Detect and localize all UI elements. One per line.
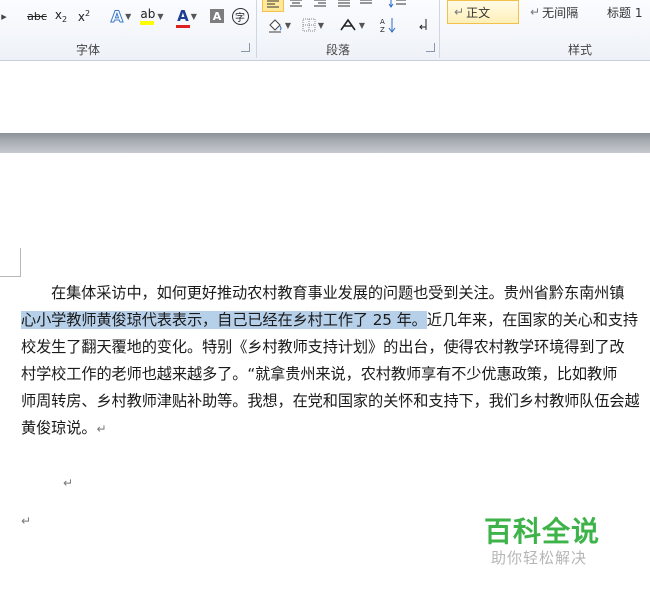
font-color-bar [176,25,191,28]
paragraph-dialog-launcher-icon[interactable] [426,43,435,52]
line-text: 师周转房、乡村教师津贴补助等。我想，在党和国家的关怀和支持下，我们乡村教师队伍会… [21,392,640,410]
justify-icon [338,0,350,7]
sort-icon: AZ [380,18,396,34]
style-no-spacing[interactable]: ↵ 无间隔 [524,0,596,24]
align-center-icon [290,0,302,7]
subscript-digit: 2 [62,15,68,24]
chinese-layout-button[interactable]: ▼ [338,15,366,35]
chevron-down-icon: ▼ [317,20,325,30]
subscript-icon: x2 [55,8,67,24]
strikethrough-icon: abc [27,9,47,23]
font-color-button[interactable]: A ▼ [172,6,202,28]
line-text: 校发生了翻天覆地的变化。特别《乡村教师支持计划》的出台，使得农村教学环境得到了改 [21,338,625,356]
styles-group-label: 样式 [568,43,593,57]
font-color-letter: A [177,7,189,25]
paragraph-mark-icon: ↵ [63,476,74,490]
margin-corner-mark [0,248,21,277]
previous-page-bottom [0,61,650,133]
align-center-button[interactable] [288,0,304,10]
superscript-button[interactable]: x2 [75,6,93,26]
highlighter-letters: ab [140,7,156,21]
sort-button[interactable]: AZ [378,15,398,35]
char-shading-button[interactable]: A [208,6,226,26]
chevron-down-icon: ▼ [157,11,164,21]
enclose-char-button[interactable]: 字 [230,6,250,26]
superscript-letter: x [77,9,85,24]
font-color-icon: A [176,7,191,28]
line-text: 近几年来，在国家的关心和支持 [426,311,639,329]
font-dialog-launcher-icon[interactable] [241,43,250,52]
chinese-layout-icon [340,18,356,31]
text-line-3: 校发生了翻天覆地的变化。特别《乡村教师支持计划》的出台，使得农村教学环境得到了改 [21,334,625,361]
text-effect-icon: A [110,6,124,26]
text-line-5: 师周转房、乡村教师津贴补助等。我想，在党和国家的关怀和支持下，我们乡村教师队伍会… [21,388,640,415]
ribbon: ▸ abc x2 x2 A ▼ ab ▼ A ▼ A 字 字体 ▼ ▼ ▼ A … [0,0,650,61]
page-break-gap [0,133,650,153]
watermark-title: 百科全说 [484,515,601,548]
superscript-icon: x2 [78,9,90,24]
text-effect-button[interactable]: A ▼ [107,6,135,26]
paragraph-mark-icon: ↵ [21,514,32,528]
paragraph-group-label: 段落 [326,43,351,57]
justify-button[interactable] [336,0,352,10]
paragraph-mark-icon [419,19,427,30]
line-text: 在集体采访中，如何更好推动农村教育事业发展的问题也受到关注。贵州省黔东南州镇 [51,284,625,302]
chevron-down-icon: ▼ [284,20,292,30]
highlighter-icon: ab [140,7,155,25]
subscript-letter: x [54,8,62,22]
text-line-1: 在集体采访中，如何更好推动农村教育事业发展的问题也受到关注。贵州省黔东南州镇 [51,280,624,307]
distributed-button[interactable] [358,0,374,10]
group-separator [256,0,257,58]
enclose-char-icon: 字 [231,7,249,25]
highlight-color-bar [140,21,155,25]
style-normal[interactable]: ↵ 正文 [447,0,519,24]
strikethrough-button[interactable]: abc [26,6,48,26]
paragraph-mark-icon: ↵ [454,5,465,19]
font-size-toolbar-edge: ▸ [1,9,7,23]
svg-text:A: A [380,18,385,26]
distributed-icon [360,0,372,4]
chevron-down-icon: ▼ [125,11,132,21]
text-line-6: 黄俊琼说。↵ [21,415,107,442]
group-separator [439,0,440,58]
chevron-down-icon: ▼ [358,20,366,30]
superscript-digit: 2 [85,8,91,18]
svg-text:Z: Z [380,26,385,34]
align-right-icon [314,0,326,7]
subscript-button[interactable]: x2 [52,6,70,26]
line-spacing-icon [388,0,406,8]
line-text: 黄俊琼说。 [21,419,97,437]
style-normal-label: 正文 [466,5,491,20]
paragraph-mark-icon: ↵ [96,422,107,436]
text-line-4: 村学校工作的老师也越来越多了。“就拿贵州来说，农村教师享有不少优惠政策，比如教师 [21,361,617,388]
line-spacing-button[interactable] [386,0,410,10]
paint-bucket-icon [268,19,282,33]
font-group-label: 字体 [76,43,101,57]
align-right-button[interactable] [312,0,328,10]
text-line-2: 心小学教师黄俊琼代表表示，自己已经在乡村工作了 25 年。近几年来，在国家的关心… [21,307,638,334]
borders-icon [302,18,316,32]
style-heading-1[interactable]: 标题 1 [601,0,650,24]
align-left-button[interactable] [262,0,284,12]
style-no-spacing-label: 无间隔 [542,5,579,20]
show-marks-button[interactable] [414,15,434,35]
watermark-subtitle: 助你轻松解决 [491,549,588,567]
selected-text[interactable]: 心小学教师黄俊琼代表表示，自己已经在乡村工作了 25 年。 [21,311,427,329]
style-heading-1-label: 标题 1 [607,5,643,20]
shading-button[interactable]: ▼ [264,15,294,35]
chevron-down-icon: ▼ [190,11,197,21]
line-text: 村学校工作的老师也越来越多了。“就拿贵州来说，农村教师享有不少优惠政策，比如教师 [21,365,618,383]
borders-button[interactable]: ▼ [298,15,328,35]
char-shading-icon: A [210,9,224,23]
highlight-button[interactable]: ab ▼ [137,6,167,26]
paragraph-mark-icon: ↵ [530,5,541,19]
align-left-icon [267,0,279,8]
